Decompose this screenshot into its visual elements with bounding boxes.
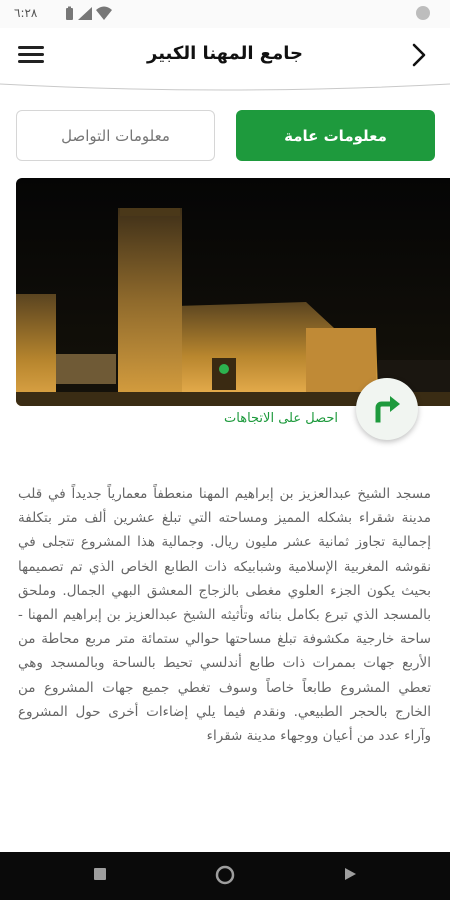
system-nav-bar [0, 852, 450, 900]
tab-contact-info[interactable]: معلومات التواصل [16, 110, 215, 161]
wifi-icon [96, 6, 112, 20]
back-chevron-icon[interactable] [404, 40, 434, 70]
battery-icon [66, 6, 73, 20]
notification-dot-icon [416, 6, 430, 20]
turn-right-arrow-icon [375, 396, 400, 423]
directions-button[interactable] [356, 378, 418, 440]
status-time: ٦:٢٨ [14, 6, 38, 20]
back-triangle-icon[interactable] [342, 866, 358, 882]
status-bar: ٦:٢٨ [0, 0, 450, 28]
app-header: جامع المهنا الكبير [0, 28, 450, 86]
mosque-photo [16, 178, 450, 406]
signal-icon [78, 7, 92, 20]
description-text: مسجد الشيخ عبدالعزيز بن إبراهيم المهنا م… [18, 486, 431, 745]
menu-icon[interactable] [18, 44, 44, 66]
status-icons [66, 6, 112, 20]
info-tabs: معلومات عامة معلومات التواصل [0, 110, 450, 162]
page-title: جامع المهنا الكبير [147, 43, 303, 64]
recents-square-icon[interactable] [92, 866, 108, 882]
home-circle-icon[interactable] [214, 864, 236, 886]
tab-general-info[interactable]: معلومات عامة [236, 110, 435, 161]
directions-link[interactable]: احصل على الاتجاهات [150, 411, 338, 426]
header-divider [0, 83, 450, 91]
